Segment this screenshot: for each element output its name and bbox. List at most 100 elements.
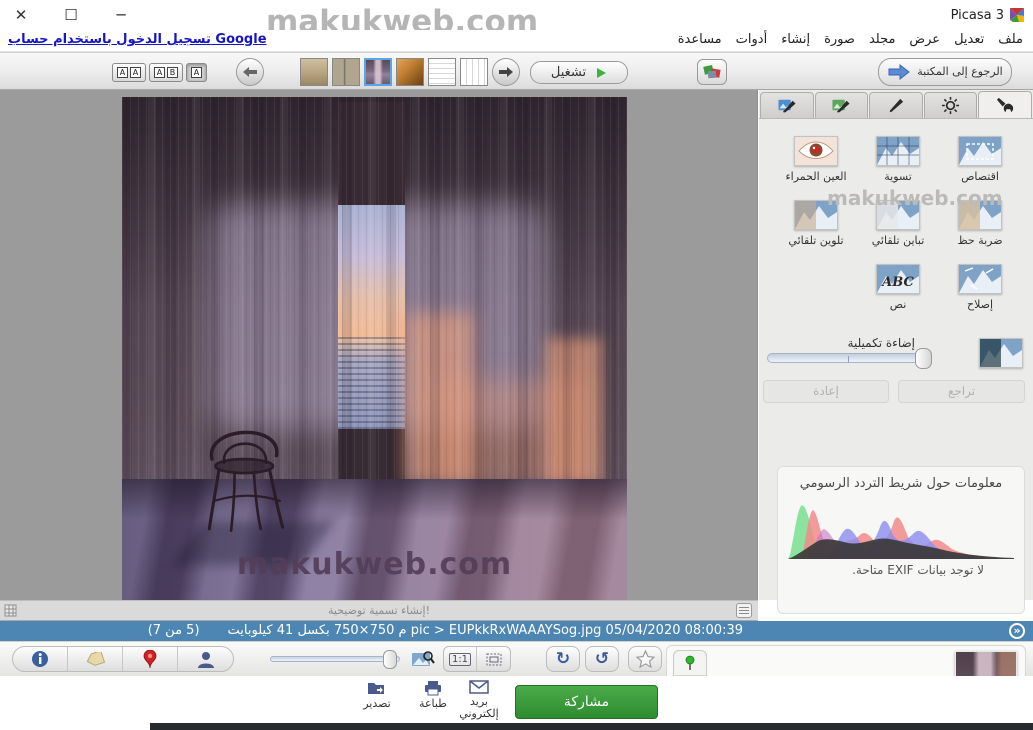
collage-button[interactable]	[697, 59, 727, 85]
tool-label: إصلاح	[967, 298, 993, 311]
rotate-counterclockwise-button[interactable]: ↺	[585, 646, 619, 672]
close-icon[interactable]: ✕	[12, 6, 30, 24]
grid-icon[interactable]	[4, 604, 17, 617]
filmstrip	[300, 58, 488, 86]
menu-folder[interactable]: مجلد	[869, 32, 895, 47]
exif-note: لا توجد بيانات EXIF متاحة.	[852, 563, 984, 577]
filmstrip-thumb-city-aerial[interactable]	[300, 58, 328, 86]
play-slideshow-button[interactable]: تشغيل	[530, 61, 628, 84]
tool-crop[interactable]: اقتصاص	[939, 136, 1021, 183]
filmstrip-thumb-wood-closeup[interactable]	[396, 58, 424, 86]
rotate-clockwise-button[interactable]: ↻	[546, 646, 580, 672]
geotag-button[interactable]	[123, 647, 178, 671]
tool-straighten[interactable]: تسوية	[857, 136, 939, 183]
tags-button[interactable]	[68, 647, 123, 671]
star-button[interactable]	[628, 646, 662, 672]
back-to-library-label: الرجوع إلى المكتبة	[917, 66, 1003, 78]
google-signin-link[interactable]: تسجيل الدخول باستخدام حساب Google	[8, 32, 267, 47]
envelope-icon	[469, 680, 489, 694]
blue-photo-brush-icon	[777, 96, 797, 115]
tab-effects-blue[interactable]	[760, 92, 814, 118]
picasa-window: ✕ ☐ ─ Picasa 3 makukweb.com تسجيل الدخول…	[0, 0, 1033, 730]
zoom-slider-thumb[interactable]	[383, 650, 397, 669]
email-button[interactable]: بريد إلكتروني	[452, 680, 506, 720]
export-folder-icon	[367, 680, 387, 696]
view-mode-side-by-side-button[interactable]: A A	[112, 63, 146, 82]
tab-lighting-tuning[interactable]	[924, 92, 978, 118]
retouch-tool-icon	[958, 264, 1002, 294]
play-icon	[596, 67, 607, 79]
menu-picture[interactable]: صورة	[824, 32, 855, 47]
caption-bar: إنشاء تسمية توضيحية!	[0, 600, 758, 621]
fit-view-button[interactable]	[477, 647, 510, 671]
actual-size-button[interactable]: 1:1	[444, 647, 477, 671]
caption-input[interactable]: إنشاء تسمية توضيحية!	[0, 601, 758, 620]
tool-label: ضربة حظ	[957, 234, 1002, 247]
tool-label: اقتصاص	[961, 170, 999, 183]
previous-photo-button[interactable]	[236, 58, 264, 86]
hold-selection-button[interactable]	[674, 651, 706, 676]
redo-button[interactable]: إعادة	[763, 380, 889, 403]
status-counter: (5 من 7)	[148, 623, 200, 638]
tool-label: نص	[890, 298, 907, 311]
menu-file[interactable]: ملف	[998, 32, 1023, 47]
wrench-icon	[996, 96, 1015, 115]
tab-commonly-needed-fixes[interactable]	[978, 91, 1032, 118]
arrow-right-icon	[498, 66, 514, 78]
menu-view[interactable]: عرض	[909, 32, 940, 47]
fill-light-slider[interactable]	[767, 353, 929, 363]
app-title: Picasa 3	[951, 8, 1004, 23]
menu-edit[interactable]: تعديل	[954, 32, 984, 47]
window-controls: ✕ ☐ ─	[12, 6, 130, 24]
share-button[interactable]: مشاركة	[515, 685, 658, 719]
play-label: تشغيل	[551, 65, 586, 80]
bottom-edge-strip	[150, 723, 1033, 730]
sun-icon	[941, 96, 960, 115]
tab-effects-brush[interactable]	[869, 92, 923, 118]
fill-light-slider-thumb[interactable]	[915, 348, 932, 369]
scale-buttons: 1:1	[443, 646, 511, 672]
one-to-one-label: 1:1	[449, 653, 471, 666]
tool-redeye[interactable]: العين الحمراء	[775, 136, 857, 183]
zoom-slider[interactable]	[270, 656, 400, 662]
green-pin-icon	[684, 655, 696, 671]
histogram-panel: معلومات حول شريط التردد الرسومي لا توجد …	[777, 466, 1025, 614]
next-photo-button[interactable]	[492, 58, 520, 86]
menu-create[interactable]: إنشاء	[781, 32, 810, 47]
filmstrip-thumb-spreadsheet-1[interactable]	[428, 58, 456, 86]
brush-icon	[887, 96, 906, 115]
sidebar-tabs	[759, 92, 1033, 119]
tool-label: العين الحمراء	[785, 170, 846, 183]
menu-help[interactable]: مساعدة	[678, 32, 722, 47]
minimize-icon[interactable]: ─	[112, 6, 130, 24]
filmstrip-thumb-city-towers[interactable]	[332, 58, 360, 86]
properties-button[interactable]	[13, 647, 68, 671]
share-row: تصدير طباعة بريد إلكتروني مشاركة	[0, 676, 1033, 723]
status-text: pic > EUPkkRxWAAAYSog.jpg 05/04/2020 08:…	[148, 623, 743, 638]
back-to-library-button[interactable]: الرجوع إلى المكتبة	[878, 58, 1012, 86]
tag-icon	[85, 652, 105, 666]
status-expand-icon[interactable]: »	[1009, 623, 1025, 639]
people-button[interactable]	[178, 647, 233, 671]
photo-curtain-room[interactable]: makukweb.com	[122, 97, 627, 600]
maximize-icon[interactable]: ☐	[62, 6, 80, 24]
undo-button[interactable]: تراجع	[898, 380, 1025, 403]
caption-options-icon[interactable]	[736, 603, 752, 618]
tab-effects-green[interactable]	[815, 92, 869, 118]
menu-bar: تسجيل الدخول باستخدام حساب Google ملف تع…	[0, 30, 1033, 52]
menu-tools[interactable]: أدوات	[736, 32, 768, 47]
tool-label: تلوين تلقائي	[788, 234, 843, 247]
view-mode-single-button[interactable]: A	[186, 63, 207, 82]
image-zoom-preview-button[interactable]	[408, 646, 438, 672]
tool-text[interactable]: ABC نص	[857, 264, 939, 311]
view-mode-letter: A	[117, 67, 128, 78]
tool-label: تسوية	[884, 170, 912, 183]
photo-chair	[198, 409, 294, 540]
tool-retouch[interactable]: إصلاح	[939, 264, 1021, 311]
view-mode-before-after-button[interactable]: A B	[149, 63, 183, 82]
export-button[interactable]: تصدير	[350, 680, 404, 710]
filmstrip-thumb-curtain-room-selected[interactable]	[364, 58, 392, 86]
star-icon	[636, 650, 655, 668]
filmstrip-thumb-spreadsheet-2[interactable]	[460, 58, 488, 86]
picasa-logo-icon	[1009, 7, 1025, 23]
